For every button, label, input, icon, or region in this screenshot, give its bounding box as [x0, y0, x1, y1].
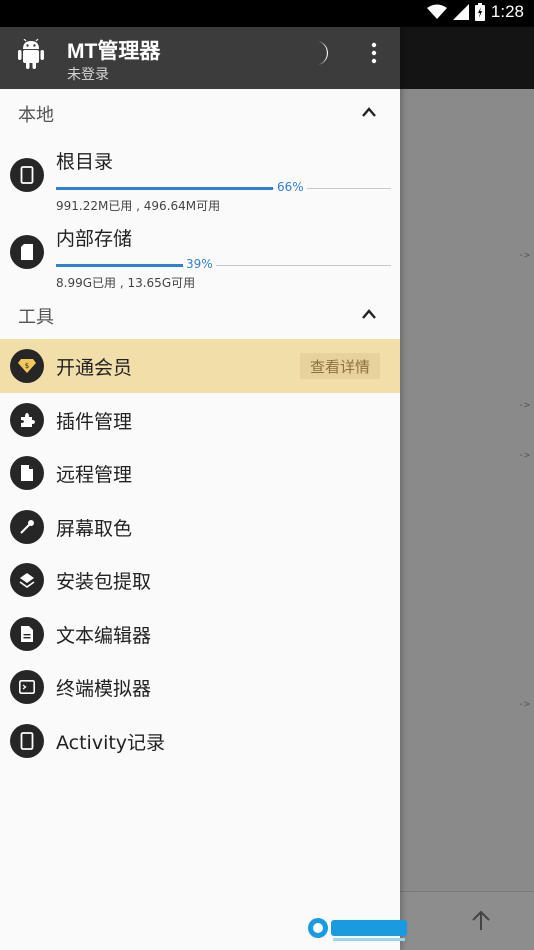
background-arrow: ->	[517, 400, 530, 411]
terminal-icon	[10, 670, 44, 704]
tool-item-vip[interactable]: $ 开通会员 查看详情	[0, 339, 400, 393]
drawer-header: MT管理器 未登录	[0, 27, 400, 89]
tool-item-color-picker[interactable]: 屏幕取色	[0, 500, 400, 554]
battery-icon	[474, 3, 485, 21]
diamond-icon: $	[10, 349, 44, 383]
background-arrow: ->	[517, 450, 530, 461]
storage-item-root[interactable]: 根目录 66% 991.22M已用 , 496.64M可用	[0, 137, 400, 214]
background-toolbar	[400, 27, 534, 89]
file-icon	[10, 456, 44, 490]
background-bottom-bar	[400, 891, 534, 950]
tool-item-terminal[interactable]: 终端模拟器	[0, 660, 400, 714]
storage-detail: 8.99G已用 , 13.65G可用	[56, 276, 196, 290]
wifi-icon	[426, 4, 447, 19]
storage-usage-bar: 66%	[56, 180, 391, 196]
section-header-tools[interactable]: 工具	[0, 291, 400, 339]
layers-icon	[10, 563, 44, 597]
tool-label: 终端模拟器	[56, 678, 152, 700]
phone-icon	[10, 723, 44, 758]
section-header-local[interactable]: 本地	[0, 89, 400, 137]
tool-item-apk-extract[interactable]: 安装包提取	[0, 553, 400, 607]
android-icon	[18, 39, 44, 69]
puzzle-icon	[10, 402, 44, 437]
tool-label: Activity记录	[56, 731, 166, 754]
tool-item-text-editor[interactable]: 文本编辑器	[0, 607, 400, 661]
tool-label: 安装包提取	[56, 571, 152, 593]
clock: 1:28	[490, 2, 524, 21]
section-title: 工具	[18, 307, 54, 328]
tool-label: 开通会员	[56, 357, 133, 379]
tool-item-activity-log[interactable]: Activity记录	[0, 714, 400, 768]
section-title: 本地	[18, 105, 54, 126]
watermark-logo	[308, 918, 407, 941]
status-bar: 1:28	[0, 0, 534, 27]
app-title: MT管理器	[67, 40, 161, 63]
tool-label: 文本编辑器	[56, 624, 152, 647]
arrow-up-icon[interactable]	[470, 910, 492, 932]
eyedropper-icon	[10, 509, 44, 544]
screen: 1:28 -> -> -> -> MT管理器 未登录 本地 根目录 66% 99…	[0, 0, 534, 950]
background-arrow: ->	[517, 250, 530, 261]
storage-item-internal[interactable]: 内部存储 39% 8.99G已用 , 13.65G可用	[0, 214, 400, 291]
usage-percent: 66%	[274, 180, 307, 194]
sd-card-icon	[10, 235, 44, 269]
signal-icon	[452, 4, 469, 20]
phone-icon	[10, 158, 44, 192]
login-status[interactable]: 未登录	[67, 64, 109, 84]
background-arrow: ->	[517, 699, 530, 710]
view-details-button[interactable]: 查看详情	[300, 353, 380, 379]
more-options-icon[interactable]	[362, 41, 386, 65]
usage-percent: 39%	[183, 257, 216, 271]
storage-usage-bar: 39%	[56, 257, 391, 273]
tool-label: 屏幕取色	[56, 517, 133, 540]
night-mode-icon[interactable]	[308, 40, 330, 66]
navigation-drawer: MT管理器 未登录 本地 根目录 66% 991.22M已用 , 496.64M…	[0, 27, 400, 950]
chevron-up-icon[interactable]	[360, 307, 378, 321]
tool-item-plugins[interactable]: 插件管理	[0, 393, 400, 447]
storage-name: 内部存储	[56, 228, 133, 250]
background-file-list[interactable]: -> -> -> ->	[400, 89, 534, 891]
tool-label: 插件管理	[56, 410, 133, 433]
tool-label: 远程管理	[56, 464, 133, 486]
storage-detail: 991.22M已用 , 496.64M可用	[56, 199, 221, 213]
storage-name: 根目录	[56, 151, 114, 173]
chevron-up-icon[interactable]	[360, 105, 378, 119]
tool-item-remote[interactable]: 远程管理	[0, 446, 400, 500]
document-icon	[10, 616, 44, 651]
svg-text:$: $	[25, 362, 29, 370]
